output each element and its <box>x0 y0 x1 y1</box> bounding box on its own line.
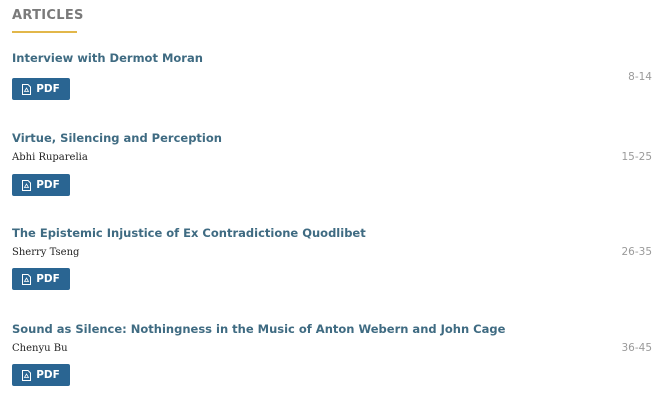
article-title-link[interactable]: Virtue, Silencing and Perception <box>12 131 222 145</box>
pdf-button-label: PDF <box>36 82 60 95</box>
article-author: Sherry Tseng <box>12 247 80 258</box>
file-pdf-icon <box>22 273 32 285</box>
pdf-button[interactable]: PDF <box>12 174 70 196</box>
article-pages: 8-14 <box>628 71 652 83</box>
section-heading: ARTICLES <box>12 8 84 23</box>
article-title-link[interactable]: The Epistemic Injustice of Ex Contradict… <box>12 226 366 240</box>
file-pdf-icon <box>22 83 32 95</box>
article-item: Sound as Silence: Nothingness in the Mus… <box>0 322 665 402</box>
file-pdf-icon <box>22 179 32 191</box>
pdf-button-label: PDF <box>36 178 60 191</box>
article-item: The Epistemic Injustice of Ex Contradict… <box>0 226 665 306</box>
article-title-link[interactable]: Interview with Dermot Moran <box>12 51 203 65</box>
file-pdf-icon <box>22 369 32 381</box>
article-author: Chenyu Bu <box>12 343 68 354</box>
article-item: Interview with Dermot Moran 8-14 PDF <box>0 51 665 131</box>
article-pages: 26-35 <box>621 246 652 258</box>
pdf-button-label: PDF <box>36 272 60 285</box>
pdf-button-label: PDF <box>36 368 60 381</box>
pdf-button[interactable]: PDF <box>12 364 70 386</box>
article-title-link[interactable]: Sound as Silence: Nothingness in the Mus… <box>12 322 505 336</box>
article-author: Abhi Ruparelia <box>12 152 88 163</box>
heading-underline <box>12 31 77 33</box>
pdf-button[interactable]: PDF <box>12 268 70 290</box>
article-pages: 36-45 <box>621 342 652 354</box>
article-pages: 15-25 <box>621 151 652 163</box>
pdf-button[interactable]: PDF <box>12 78 70 100</box>
article-item: Virtue, Silencing and Perception Abhi Ru… <box>0 131 665 211</box>
